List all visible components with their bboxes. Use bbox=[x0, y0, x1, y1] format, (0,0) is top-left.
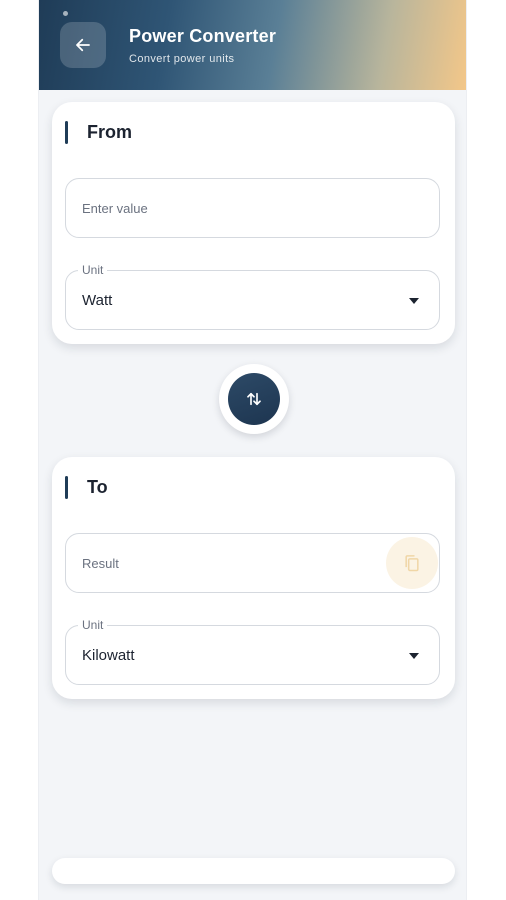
status-dot bbox=[63, 11, 68, 16]
page-title: Power Converter bbox=[129, 26, 277, 46]
to-title: To bbox=[87, 477, 108, 497]
from-unit-label: Unit bbox=[78, 263, 108, 277]
from-unit-value: Watt bbox=[82, 292, 113, 309]
app-header: Power Converter Convert power units bbox=[39, 0, 466, 90]
from-unit-select[interactable]: Unit Watt bbox=[65, 263, 440, 330]
from-value-input[interactable]: Enter value bbox=[65, 178, 440, 238]
to-unit-value: Kilowatt bbox=[82, 647, 135, 664]
to-unit-select[interactable]: Unit Kilowatt bbox=[65, 618, 440, 685]
swap-button-ring bbox=[219, 364, 289, 434]
from-card: From Enter value Unit Watt bbox=[52, 102, 455, 344]
from-value-placeholder: Enter value bbox=[82, 201, 148, 216]
swap-button[interactable] bbox=[228, 373, 280, 425]
to-card: To Result Unit Kilowatt bbox=[52, 457, 455, 699]
app-screen: Power Converter Convert power units From… bbox=[38, 0, 467, 900]
page-subtitle: Convert power units bbox=[129, 53, 235, 65]
chevron-down-icon bbox=[409, 653, 419, 659]
bottom-card-edge bbox=[52, 858, 455, 884]
to-result-field[interactable]: Result bbox=[65, 533, 440, 593]
from-title-accent bbox=[65, 121, 68, 144]
to-result-placeholder: Result bbox=[82, 556, 119, 571]
back-button[interactable] bbox=[60, 22, 106, 68]
to-title-accent bbox=[65, 476, 68, 499]
swap-vertical-icon bbox=[247, 392, 261, 406]
copy-button[interactable] bbox=[386, 537, 438, 589]
to-unit-label: Unit bbox=[78, 618, 108, 632]
arrow-left-icon bbox=[76, 38, 90, 52]
from-title: From bbox=[87, 122, 132, 142]
chevron-down-icon bbox=[409, 298, 419, 304]
copy-icon bbox=[405, 555, 419, 572]
